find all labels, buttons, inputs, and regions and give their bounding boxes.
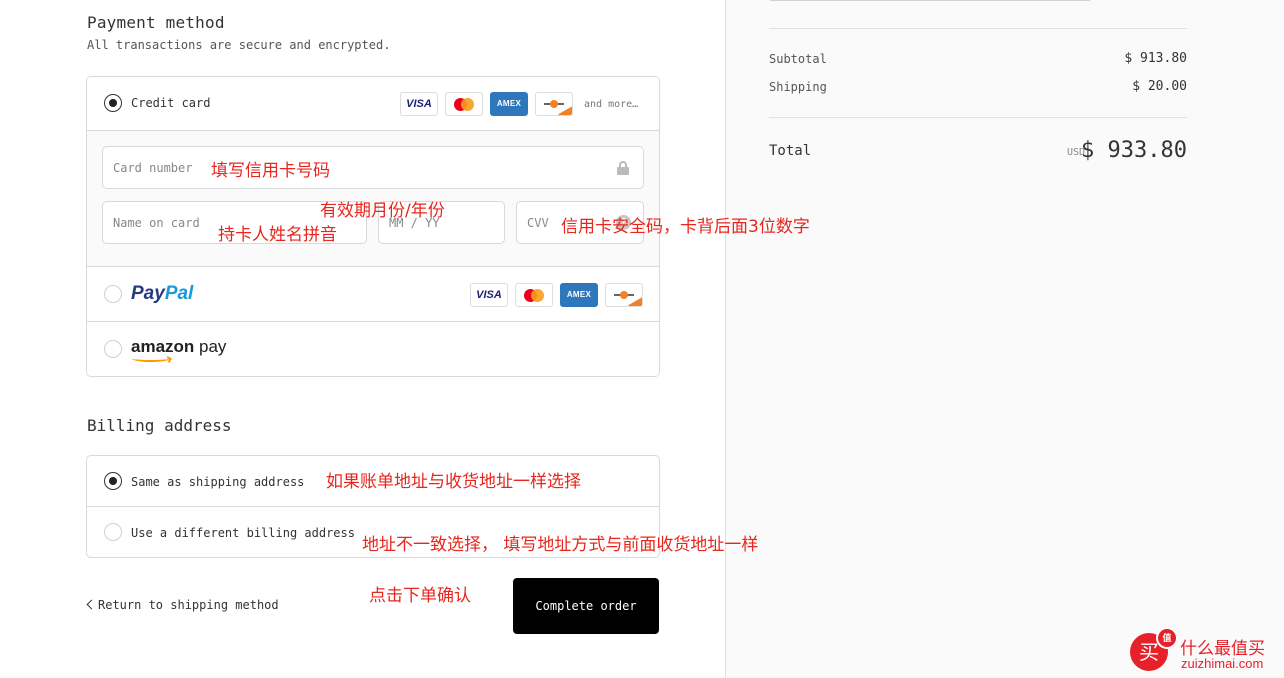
card-number-input[interactable]: [103, 147, 643, 188]
discover-card-icon: [605, 283, 643, 307]
credit-card-label: Credit card: [131, 96, 211, 110]
subtotal-label: Subtotal: [769, 52, 827, 66]
amazon-pay-radio[interactable]: [104, 340, 122, 358]
more-cards-text: and more…: [584, 99, 639, 110]
annotation-card-number: 填写信用卡号码: [211, 161, 330, 181]
amex-card-icon: AMEX: [560, 283, 598, 307]
paypal-radio[interactable]: [104, 285, 122, 303]
amex-card-icon: AMEX: [490, 92, 528, 116]
same-address-radio[interactable]: [104, 472, 122, 490]
mastercard-icon: [515, 283, 553, 307]
billing-address-title: Billing address: [87, 416, 232, 435]
total-label: Total: [769, 143, 812, 159]
shipping-label: Shipping: [769, 80, 827, 94]
complete-order-button[interactable]: Complete order: [513, 578, 659, 634]
payment-method-title: Payment method: [87, 13, 225, 32]
same-address-label: Same as shipping address: [131, 475, 305, 489]
amazon-pay-logo-icon: amazon pay: [131, 337, 226, 363]
summary-top-divider: [770, 0, 1090, 1]
payment-method-subtitle: All transactions are secure and encrypte…: [87, 38, 391, 52]
payment-option-paypal[interactable]: PayPal VISA AMEX: [87, 267, 659, 322]
watermark-url: zuizhimai.com: [1181, 656, 1264, 671]
visa-card-icon: VISA: [470, 283, 508, 307]
annotation-cvv: 信用卡安全码，卡背后面3位数字: [561, 217, 810, 237]
return-to-shipping-link[interactable]: Return to shipping method: [86, 598, 279, 612]
mastercard-icon: [445, 92, 483, 116]
lock-icon: [617, 161, 629, 175]
payment-option-amazon-pay[interactable]: amazon pay: [87, 322, 659, 376]
checkout-main-panel: Payment method All transactions are secu…: [0, 0, 726, 678]
summary-divider: [769, 28, 1187, 29]
payment-option-credit-card[interactable]: Credit card VISA AMEX and more…: [87, 77, 659, 131]
summary-divider: [769, 117, 1187, 118]
watermark-badge: 值: [1156, 627, 1178, 649]
shipping-value: $ 20.00: [1132, 79, 1187, 94]
discover-card-icon: [535, 92, 573, 116]
annotation-name: 持卡人姓名拼音: [218, 225, 337, 245]
annotation-expiry: 有效期月份/年份: [320, 201, 445, 221]
order-summary-panel: [726, 0, 1284, 678]
subtotal-value: $ 913.80: [1124, 51, 1187, 66]
card-number-field[interactable]: [102, 146, 644, 189]
different-address-radio[interactable]: [104, 523, 122, 541]
annotation-place-order: 点击下单确认: [369, 586, 471, 606]
chevron-left-icon: [86, 599, 97, 610]
total-value: $ 933.80: [1081, 138, 1187, 163]
visa-card-icon: VISA: [400, 92, 438, 116]
annotation-different-address: 地址不一致选择， 填写地址方式与前面收货地址一样: [362, 535, 759, 555]
credit-card-radio[interactable]: [104, 94, 122, 112]
paypal-logo-icon: PayPal: [131, 283, 194, 304]
different-address-label: Use a different billing address: [131, 526, 355, 540]
annotation-same-address: 如果账单地址与收货地址一样选择: [326, 472, 581, 492]
